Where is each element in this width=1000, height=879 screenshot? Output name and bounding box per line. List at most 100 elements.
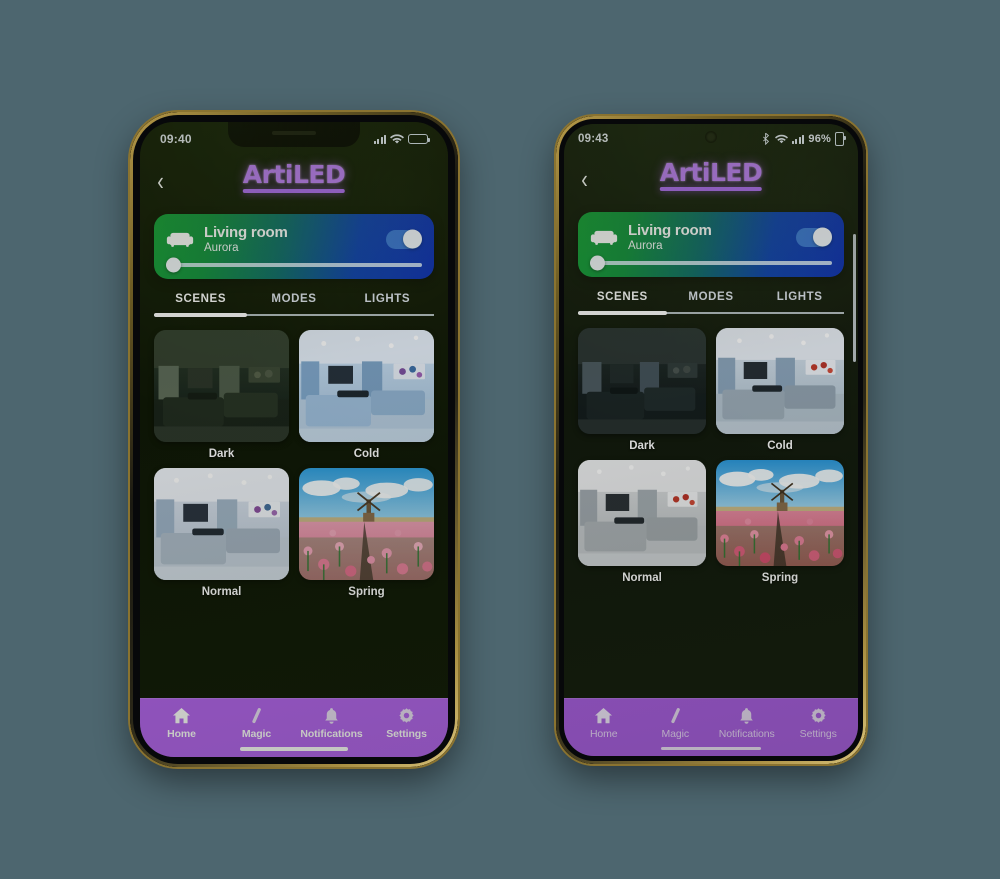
tab-modes[interactable]: MODES [247,293,340,314]
nav-label: Notifications [300,728,363,740]
toggle-knob [403,229,422,249]
signal-icon [373,134,386,144]
status-bar: 09:40 [140,122,448,156]
phone-right: 09:43 96% ‹ ArtiLED Living room Aurora S… [556,116,866,764]
toggle-knob [813,227,832,247]
scene-label: Normal [201,586,242,599]
nav-label: Magic [661,728,689,740]
nav-label: Home [167,728,196,740]
wand-icon [671,708,680,724]
bluetooth-icon [762,133,769,145]
scene-label: Dark [629,440,655,453]
scene-label: Normal [622,572,662,585]
scene-label: Dark [208,448,235,461]
gear-icon [399,708,414,723]
tab-lights[interactable]: LIGHTS [341,293,434,314]
room-name: Living room [204,224,288,241]
room-power-toggle[interactable] [386,229,422,249]
bell-icon [325,708,338,724]
scene-card-dark[interactable]: Dark [154,330,289,460]
scene-label: Cold [353,448,380,461]
nav-item-notifications[interactable]: Notifications [294,707,369,740]
home-indicator [661,747,761,750]
scene-thumbnail-cold [299,330,434,443]
home-icon [172,707,191,724]
nav-item-magic[interactable]: Magic [219,707,294,740]
room-card[interactable]: Living room Aurora [578,212,844,277]
nav-item-home[interactable]: Home [144,707,219,740]
app-logo: ArtiLED [659,158,763,192]
scene-thumbnail-cold [716,328,844,435]
scene-thumbnail-dark [578,328,706,435]
status-bar-icons: 96% [762,132,847,146]
scene-card-normal[interactable]: Normal [154,468,289,598]
nav-item-settings[interactable]: Settings [783,707,855,740]
app-logo-underline [242,189,346,194]
brightness-slider-thumb[interactable] [590,255,605,271]
scene-thumbnail-spring [299,468,434,581]
home-indicator [240,747,348,751]
nav-label: Settings [386,728,427,740]
status-bar-icons [373,133,431,145]
scene-card-normal[interactable]: Normal [578,460,706,584]
tab-modes[interactable]: MODES [667,291,756,312]
nav-label: Magic [241,728,272,740]
room-card-text: Living room Aurora [204,224,376,254]
nav-item-magic[interactable]: Magic [640,707,712,740]
gear-icon [811,708,826,723]
tab-lights[interactable]: LIGHTS [755,291,844,312]
app-header: ‹ ArtiLED [564,154,858,202]
app-logo-text: ArtiLED [659,158,763,187]
room-card[interactable]: Living room Aurora [154,214,434,279]
sofa-icon [166,232,194,247]
app-logo-text: ArtiLED [242,160,346,189]
back-button[interactable]: ‹ [581,166,601,192]
tab-scenes[interactable]: SCENES [154,293,247,314]
room-name: Living room [628,222,712,239]
nav-item-settings[interactable]: Settings [369,707,444,740]
status-bar-time: 09:43 [578,133,609,145]
bottom-nav-items: Home Magic Notifications Settings [568,707,854,740]
bottom-navigation: Home Magic Notifications Settings [140,698,448,757]
scene-card-cold[interactable]: Cold [716,328,844,452]
room-card-top: Living room Aurora [590,222,832,252]
home-icon [595,707,613,724]
status-bar: 09:43 96% [564,124,858,154]
scene-card-dark[interactable]: Dark [578,328,706,452]
brightness-slider[interactable] [590,255,832,271]
scene-thumbnail-normal [578,460,706,567]
brightness-slider[interactable] [166,257,422,273]
phone-left-screen: 09:40 ‹ ArtiLED Living room Aurora SCENE… [140,122,448,757]
bell-icon [740,708,754,724]
artiled-app-ios: 09:40 ‹ ArtiLED Living room Aurora SCENE… [140,122,448,757]
bottom-navigation: Home Magic Notifications Settings [564,698,858,756]
nav-item-notifications[interactable]: Notifications [711,707,783,740]
section-tabs: SCENES MODES LIGHTS [578,291,844,312]
room-card-top: Living room Aurora [166,224,422,254]
room-power-toggle[interactable] [796,227,832,247]
scene-label: Spring [348,586,385,599]
nav-item-home[interactable]: Home [568,707,640,740]
room-card-text: Living room Aurora [628,222,786,252]
bottom-nav-items: Home Magic Notifications Settings [144,707,444,740]
nav-label: Home [589,728,618,740]
wifi-icon [390,133,404,144]
status-bar-time: 09:40 [160,132,192,146]
tab-scenes[interactable]: SCENES [578,291,667,312]
app-header: ‹ ArtiLED [140,156,448,204]
battery-icon [835,132,847,146]
wand-icon [252,708,261,724]
brightness-slider-thumb[interactable] [166,257,181,273]
app-logo: ArtiLED [242,160,346,194]
scene-label: Cold [767,440,793,453]
back-button[interactable]: ‹ [157,168,177,194]
scene-card-spring[interactable]: Spring [716,460,844,584]
signal-icon [791,134,805,144]
scenes-grid: Dark Cold Normal Spring [140,316,448,698]
page-scrollbar[interactable] [853,234,856,362]
phone-left: 09:40 ‹ ArtiLED Living room Aurora SCENE… [130,112,458,767]
scene-card-cold[interactable]: Cold [299,330,434,460]
wifi-icon [774,134,788,143]
scene-card-spring[interactable]: Spring [299,468,434,598]
phone-right-screen: 09:43 96% ‹ ArtiLED Living room Aurora S… [564,124,858,756]
